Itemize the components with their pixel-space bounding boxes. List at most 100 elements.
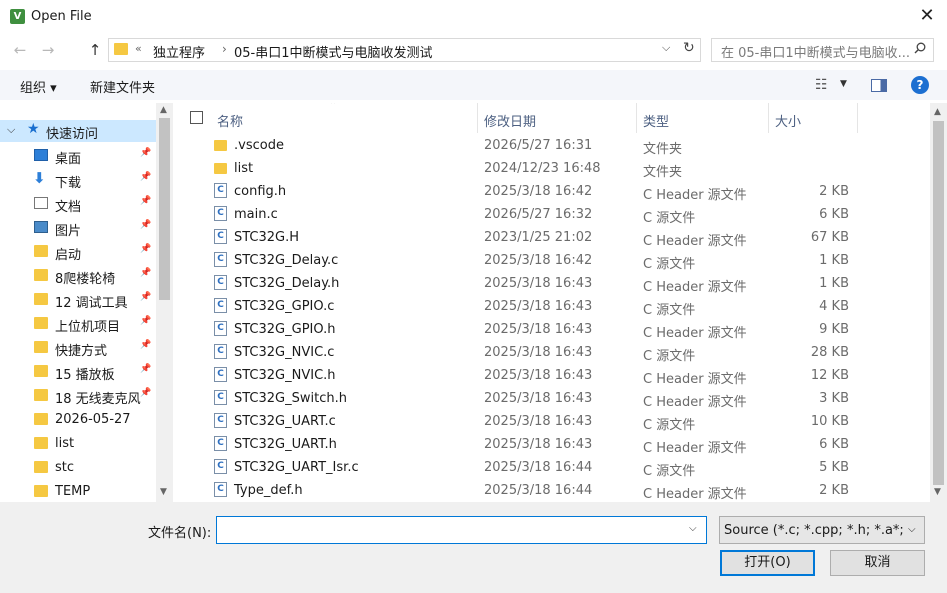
table-row[interactable]: C STC32G_UART.c 2025/3/18 16:43 C 源文件 10 KB	[174, 410, 931, 433]
forward-button[interactable]: →	[38, 40, 58, 60]
view-options-icon[interactable]: ☷	[815, 77, 828, 93]
file-type: 文件夹	[643, 142, 683, 157]
table-row[interactable]: Cmain.c 2026/5/27 16:32 C 源文件 6 KB	[174, 203, 931, 226]
file-list: ⌃ 名称 修改日期 类型 大小 .vscode 2026/5/27 16:31 文件…	[174, 103, 931, 502]
back-button[interactable]: ←	[10, 40, 30, 60]
column-divider[interactable]	[477, 103, 478, 133]
refresh-icon[interactable]: ↻	[683, 40, 695, 56]
column-header-name[interactable]: 名称	[217, 111, 243, 130]
column-divider[interactable]	[636, 103, 637, 133]
table-row[interactable]: C Type_def.h 2025/3/18 16:44 C Header 源文件 2 …	[174, 479, 931, 502]
breadcrumb-more[interactable]: «	[135, 42, 142, 55]
file-date: 2023/1/25 21:02	[484, 230, 593, 245]
table-row[interactable]: C STC32G_UART_Isr.c 2025/3/18 16:44 C 源文件 5 …	[174, 456, 931, 479]
pin-icon: 📌	[140, 220, 152, 230]
download-icon: ⬇	[33, 169, 46, 187]
table-row[interactable]: C STC32G_NVIC.h 2025/3/18 16:43 C Header 源文…	[174, 364, 931, 387]
file-name: Type_def.h	[234, 483, 303, 498]
sidebar-item[interactable]: list	[0, 432, 156, 456]
preview-pane-icon[interactable]	[871, 79, 887, 92]
sidebar-item[interactable]: 12 调试工具 📌	[0, 288, 156, 312]
chevron-down-icon[interactable]: ⌵	[7, 123, 15, 137]
sidebar-item-label: list	[55, 436, 75, 451]
organize-button[interactable]: 组织 ▾	[20, 77, 57, 96]
sidebar-item[interactable]: 8爬楼轮椅 📌	[0, 264, 156, 288]
file-type: C Header 源文件	[643, 280, 747, 295]
file-type: C Header 源文件	[643, 234, 747, 249]
column-header-type[interactable]: 类型	[643, 111, 669, 130]
table-row[interactable]: Cconfig.h 2025/3/18 16:42 C Header 源文件 2 KB	[174, 180, 931, 203]
sidebar-item[interactable]: ⬇ 下载 📌	[0, 168, 156, 192]
chevron-down-icon[interactable]: ▼	[840, 79, 847, 89]
scroll-up-icon[interactable]: ▲	[934, 107, 941, 117]
table-row[interactable]: C STC32G_Switch.h 2025/3/18 16:43 C Header …	[174, 387, 931, 410]
chevron-down-icon[interactable]: ⌵	[662, 41, 670, 55]
star-icon: ★	[27, 121, 40, 137]
sidebar-item[interactable]: stc	[0, 456, 156, 480]
up-button[interactable]: ↑	[85, 40, 105, 60]
folder-icon	[34, 485, 48, 497]
sidebar-item-label: stc	[55, 460, 75, 475]
toolbar: 组织 ▾ 新建文件夹 ☷ ▼ ?	[0, 70, 947, 100]
column-header-date[interactable]: 修改日期	[484, 111, 536, 130]
table-row[interactable]: C STC32G_Delay.h 2025/3/18 16:43 C Header 源…	[174, 272, 931, 295]
table-row[interactable]: C STC32G_UART.h 2025/3/18 16:43 C Header 源文…	[174, 433, 931, 456]
select-all-checkbox[interactable]	[190, 111, 203, 124]
open-button[interactable]: 打开(O)	[720, 550, 815, 576]
file-date: 2025/3/18 16:43	[484, 437, 593, 452]
sidebar-item[interactable]: 上位机项目 📌	[0, 312, 156, 336]
sidebar-item[interactable]: 桌面 📌	[0, 144, 156, 168]
file-date: 2025/3/18 16:43	[484, 391, 593, 406]
file-date: 2025/3/18 16:43	[484, 299, 593, 314]
table-row[interactable]: list 2024/12/23 16:48 文件夹	[174, 157, 931, 180]
close-button[interactable]: ✕	[912, 4, 942, 30]
window-title: Open File	[31, 9, 92, 24]
scroll-down-icon[interactable]: ▼	[160, 487, 167, 497]
file-list-scrollbar[interactable]: ▲ ▼	[930, 103, 947, 502]
column-divider[interactable]	[857, 103, 858, 133]
sidebar-item[interactable]: 文档 📌	[0, 192, 156, 216]
sidebar-item-quick-access[interactable]: ⌵ ★ 快速访问	[0, 120, 156, 142]
search-input[interactable]: 在 05-串口1中断模式与电脑收...	[711, 38, 934, 62]
file-date: 2026/5/27 16:31	[484, 138, 593, 153]
sidebar-item[interactable]: 18 无线麦克风 📌	[0, 384, 156, 408]
table-row[interactable]: C STC32G_GPIO.c 2025/3/18 16:43 C 源文件 4 KB	[174, 295, 931, 318]
chevron-down-icon[interactable]: ⌵	[689, 523, 697, 534]
sidebar-scrollbar[interactable]: ▲ ▼	[156, 103, 173, 502]
file-date: 2025/3/18 16:43	[484, 276, 593, 291]
table-row[interactable]: C STC32G_NVIC.c 2025/3/18 16:43 C 源文件 28 KB	[174, 341, 931, 364]
folder-icon	[34, 461, 48, 473]
file-size: 3 KB	[819, 391, 849, 406]
scroll-up-icon[interactable]: ▲	[160, 105, 167, 115]
column-header-size[interactable]: 大小	[775, 111, 801, 130]
dialog-footer: 文件名(N): ⌵ Source (*.c; *.cpp; *.h; *.a*;…	[0, 502, 947, 593]
help-icon[interactable]: ?	[911, 76, 929, 94]
table-row[interactable]: C STC32G.H 2023/1/25 21:02 C Header 源文件 67 K…	[174, 226, 931, 249]
sidebar-item[interactable]: 启动 📌	[0, 240, 156, 264]
folder-icon	[34, 365, 48, 377]
scrollbar-thumb[interactable]	[159, 118, 170, 300]
table-row[interactable]: .vscode 2026/5/27 16:31 文件夹	[174, 134, 931, 157]
cancel-button[interactable]: 取消	[830, 550, 925, 576]
file-name: STC32G_UART.c	[234, 414, 336, 429]
file-date: 2025/3/18 16:44	[484, 460, 593, 475]
scroll-down-icon[interactable]: ▼	[934, 487, 941, 497]
table-row[interactable]: C STC32G_Delay.c 2025/3/18 16:42 C 源文件 1 KB	[174, 249, 931, 272]
address-bar[interactable]: « 独立程序 › 05-串口1中断模式与电脑收发测试 ⌵ ↻	[108, 38, 701, 62]
table-row[interactable]: C STC32G_GPIO.h 2025/3/18 16:43 C Header 源文…	[174, 318, 931, 341]
file-type-filter[interactable]: Source (*.c; *.cpp; *.h; *.a*; *.inc) ⌵	[719, 516, 925, 544]
chevron-down-icon[interactable]: ⌵	[908, 524, 916, 535]
scrollbar-thumb[interactable]	[933, 121, 944, 485]
column-divider[interactable]	[768, 103, 769, 133]
breadcrumb-item[interactable]: 05-串口1中断模式与电脑收发测试	[234, 42, 433, 61]
sidebar-item[interactable]: 图片 📌	[0, 216, 156, 240]
filename-input[interactable]: ⌵	[216, 516, 707, 544]
file-name: STC32G.H	[234, 230, 300, 245]
sidebar-item[interactable]: 15 播放板 📌	[0, 360, 156, 384]
sidebar-item-label: 快捷方式	[55, 344, 108, 359]
sidebar-item[interactable]: 2026-05-27	[0, 408, 156, 432]
sidebar-item[interactable]: TEMP	[0, 480, 156, 502]
new-folder-button[interactable]: 新建文件夹	[90, 77, 155, 96]
breadcrumb-item[interactable]: 独立程序	[153, 42, 205, 61]
sidebar-item[interactable]: 快捷方式 📌	[0, 336, 156, 360]
